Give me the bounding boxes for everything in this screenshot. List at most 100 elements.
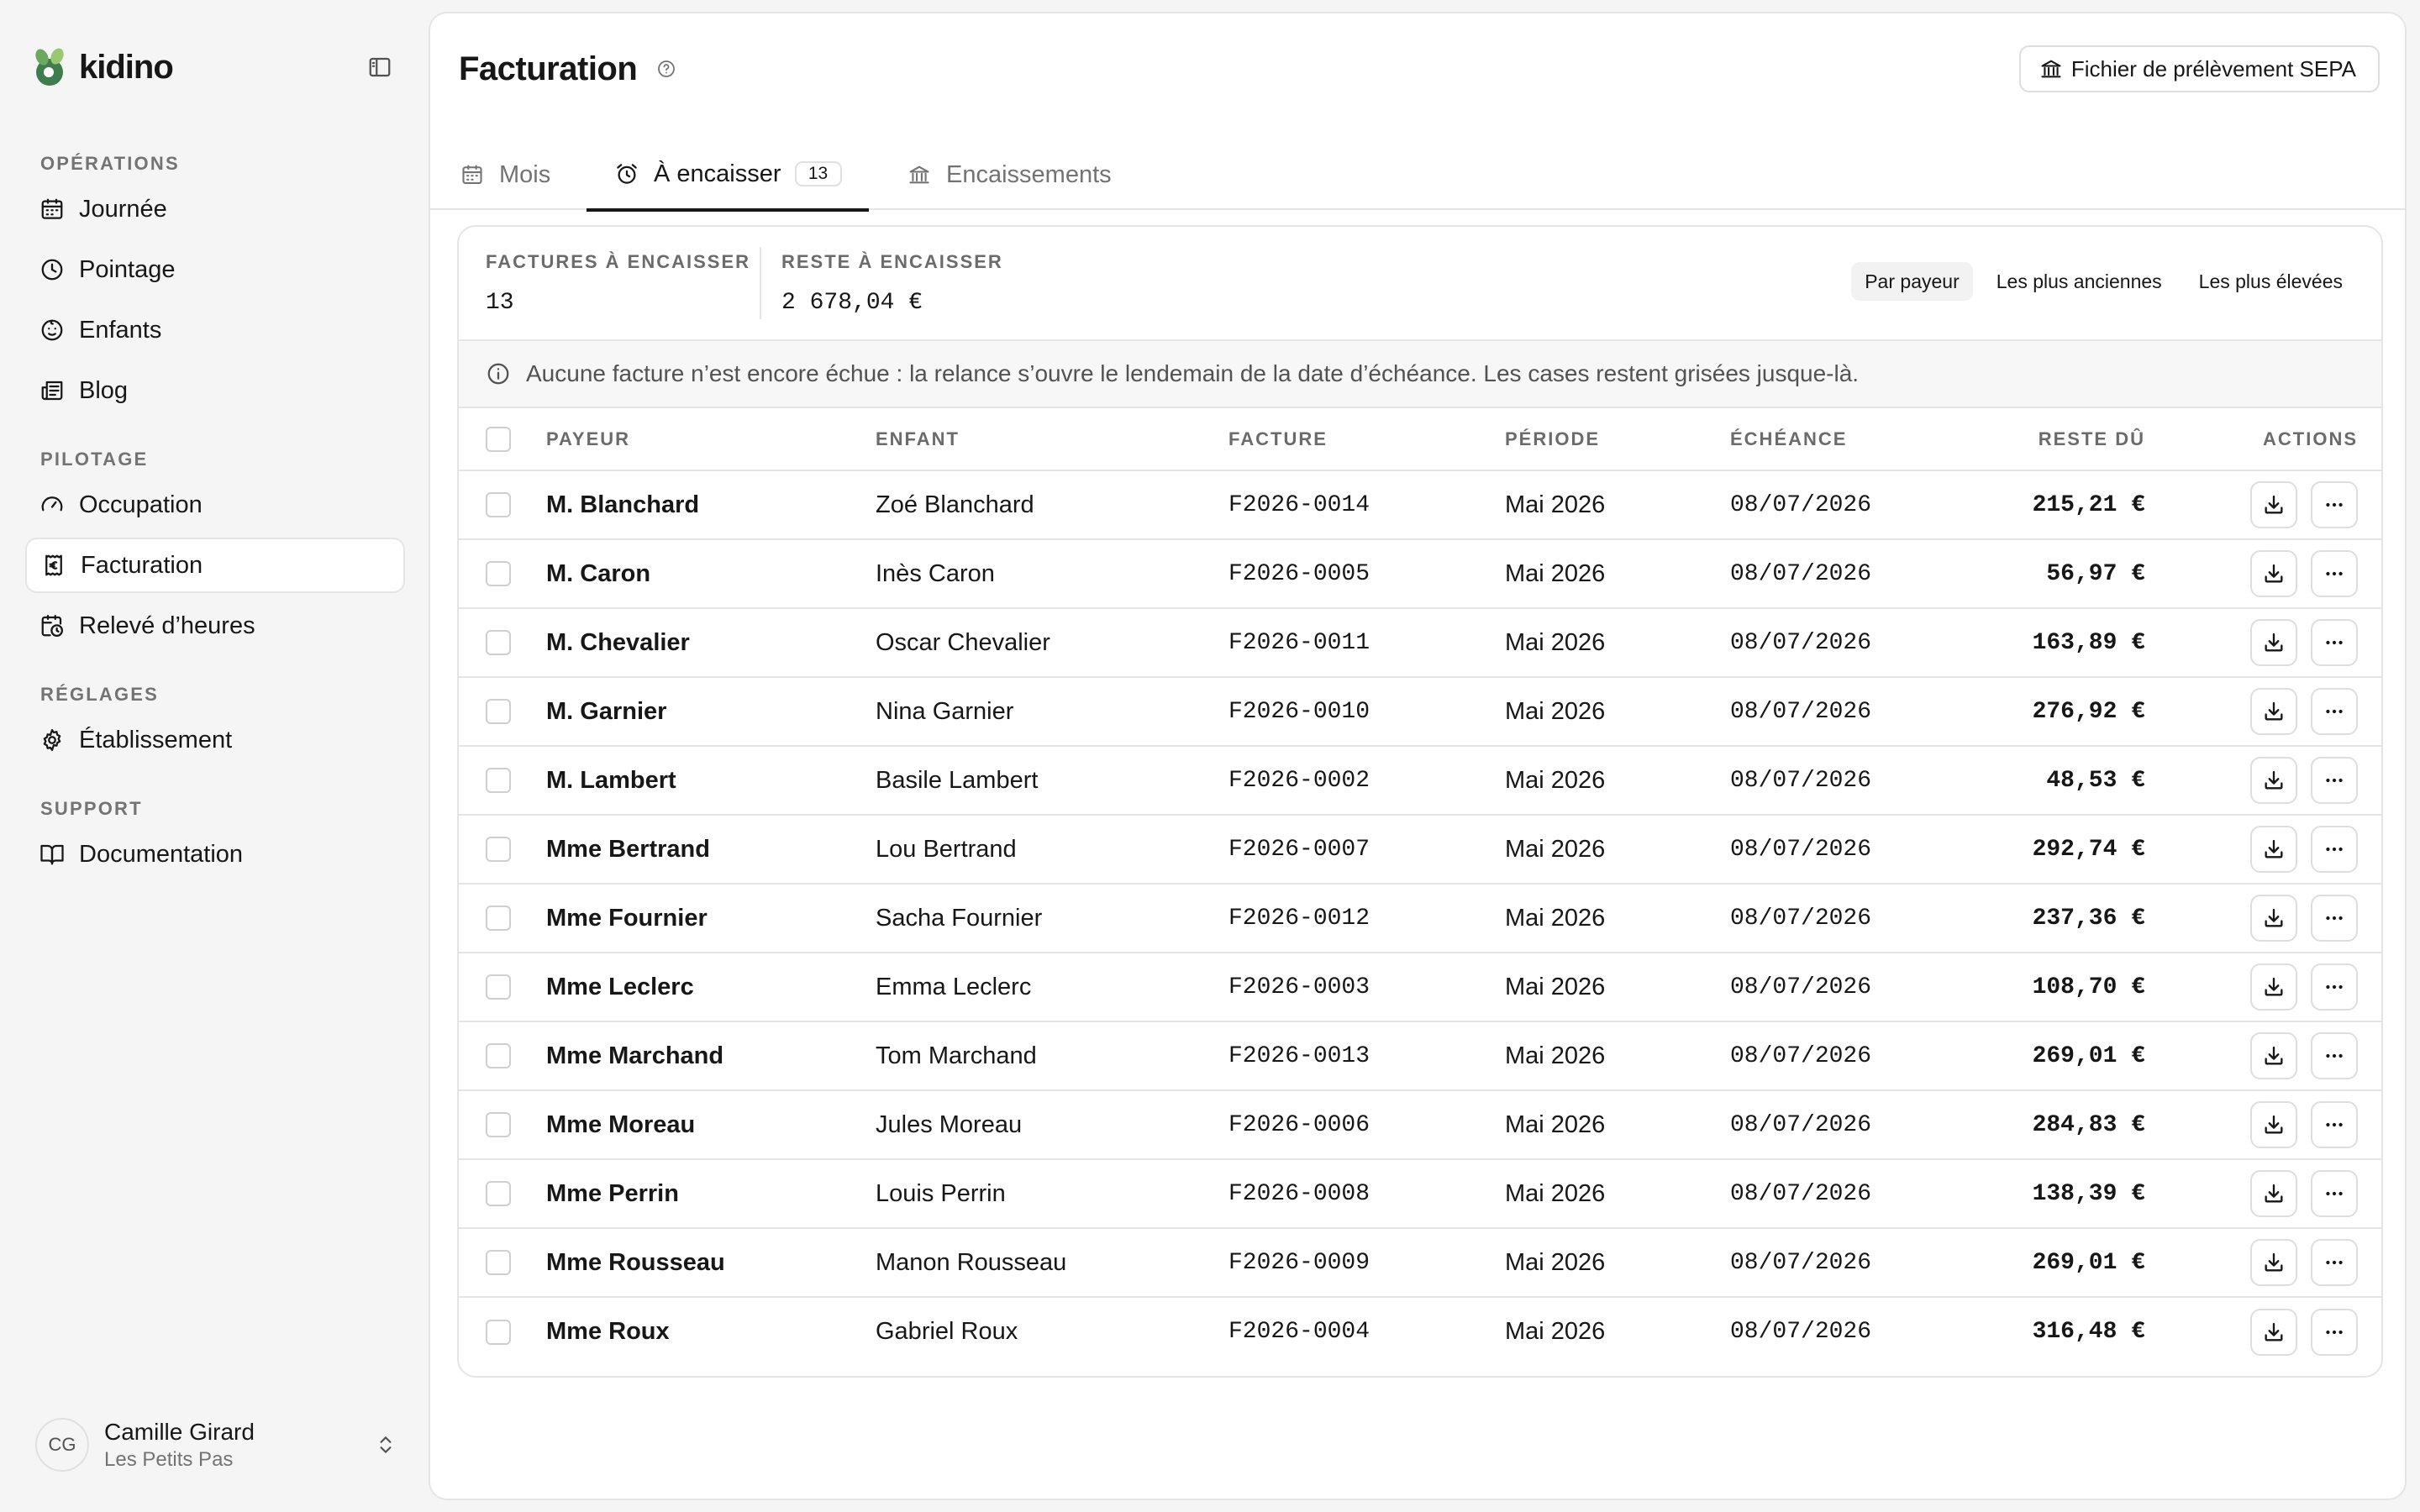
sort-plus-anciennes[interactable]: Les plus anciennes: [1983, 262, 2175, 301]
sidebar-item-documentation[interactable]: Documentation: [25, 827, 405, 882]
row-checkbox[interactable]: [486, 1250, 511, 1275]
cell-facture: F2026-0007: [1228, 815, 1505, 885]
tab-mois[interactable]: Mois: [459, 139, 550, 210]
clock-icon: [39, 256, 66, 283]
download-button[interactable]: [2250, 550, 2297, 597]
user-menu[interactable]: CG Camille Girard Les Petits Pas: [35, 1416, 397, 1473]
section-title: RÉGLAGES: [40, 684, 160, 705]
sidebar-item-releve-heures[interactable]: Relevé d’heures: [25, 598, 405, 654]
more-actions-button[interactable]: [2311, 1101, 2358, 1148]
tab-encaissements[interactable]: Encaissements: [906, 139, 1112, 210]
row-checkbox[interactable]: [486, 1319, 511, 1345]
download-button[interactable]: [2250, 481, 2297, 528]
download-button[interactable]: [2250, 1308, 2297, 1356]
cell-reste: 292,74 €: [1982, 815, 2145, 885]
download-button[interactable]: [2250, 757, 2297, 804]
download-button[interactable]: [2250, 619, 2297, 666]
cell-payeur: M. Blanchard: [546, 470, 876, 540]
sidebar-item-blog[interactable]: Blog: [25, 363, 405, 418]
cell-payeur: Mme Rousseau: [546, 1228, 876, 1298]
more-actions-button[interactable]: [2311, 481, 2358, 528]
sidebar-item-facturation[interactable]: Facturation: [25, 538, 405, 593]
sidebar-item-label: Blog: [79, 376, 129, 404]
stat-label: RESTE À ENCAISSER: [781, 251, 1003, 272]
invoices-table-body: M. Blanchard Zoé Blanchard F2026-0014 Mai 2…: [459, 470, 2381, 1366]
more-actions-button[interactable]: [2311, 1170, 2358, 1217]
cell-payeur: Mme Leclerc: [546, 953, 876, 1022]
select-all-checkbox[interactable]: [486, 426, 511, 452]
download-button[interactable]: [2250, 1239, 2297, 1286]
sort-plus-elevees[interactable]: Les plus élevées: [2186, 262, 2356, 301]
download-button[interactable]: [2250, 1032, 2297, 1079]
stats-bar: FACTURES À ENCAISSER 13 RESTE À ENCAISSE…: [459, 227, 2381, 339]
download-button[interactable]: [2250, 826, 2297, 873]
more-actions-button[interactable]: [2311, 550, 2358, 597]
sidebar-item-journee[interactable]: Journée: [25, 181, 405, 237]
more-actions-button[interactable]: [2311, 1308, 2358, 1356]
table-row: Mme Marchand Tom Marchand F2026-0013 Mai 20…: [459, 1021, 2381, 1091]
more-actions-button[interactable]: [2311, 963, 2358, 1011]
cell-enfant: Oscar Chevalier: [876, 608, 1228, 678]
sidebar-item-pointage[interactable]: Pointage: [25, 242, 405, 297]
sort-par-payeur[interactable]: Par payeur: [1851, 262, 1973, 301]
more-horizontal-icon: [2323, 1320, 2346, 1344]
cell-actions: [2145, 1021, 2381, 1091]
row-checkbox[interactable]: [486, 1112, 511, 1137]
brand[interactable]: kidino: [30, 45, 174, 89]
table-row: Mme Bertrand Lou Bertrand F2026-0007 Mai 20…: [459, 815, 2381, 885]
download-icon: [2262, 837, 2286, 861]
more-actions-button[interactable]: [2311, 619, 2358, 666]
more-actions-button[interactable]: [2311, 757, 2358, 804]
gear-icon: [39, 727, 66, 753]
cell-echeance: 08/07/2026: [1730, 1319, 1872, 1345]
more-horizontal-icon: [2323, 1113, 2346, 1137]
row-select-cell: [459, 1297, 546, 1366]
sidebar-item-etablissement[interactable]: Établissement: [25, 712, 405, 768]
help-circle-icon[interactable]: [655, 58, 677, 80]
row-checkbox[interactable]: [486, 906, 511, 931]
row-checkbox[interactable]: [486, 768, 511, 793]
download-button[interactable]: [2250, 1170, 2297, 1217]
sidebar-item-label: Établissement: [79, 726, 233, 753]
more-actions-button[interactable]: [2311, 826, 2358, 873]
download-icon: [2262, 1251, 2286, 1274]
download-button[interactable]: [2250, 688, 2297, 735]
cell-actions: [2145, 677, 2381, 747]
page-header: Facturation: [459, 47, 677, 91]
sepa-export-button[interactable]: Fichier de prélèvement SEPA: [2018, 45, 2380, 92]
sort-options: Par payeur Les plus anciennes Les plus é…: [1841, 262, 2356, 301]
sidebar-item-enfants[interactable]: Enfants: [25, 302, 405, 358]
table-row: Mme Roux Gabriel Roux F2026-0004 Mai 2026 08…: [459, 1297, 2381, 1366]
cell-enfant: Manon Rousseau: [876, 1228, 1228, 1298]
info-icon: [486, 361, 511, 386]
download-button[interactable]: [2250, 895, 2297, 942]
sidebar-toggle-button[interactable]: [361, 50, 398, 84]
nav-section-operations: OPÉRATIONS Journée Pointage Enfants Blog: [25, 151, 405, 418]
tab-count-badge: 13: [794, 161, 842, 186]
tab-a-encaisser[interactable]: À encaisser 13: [587, 139, 869, 212]
stat-label: FACTURES À ENCAISSER: [486, 251, 751, 272]
row-checkbox[interactable]: [486, 630, 511, 655]
row-checkbox[interactable]: [486, 492, 511, 517]
row-checkbox[interactable]: [486, 837, 511, 862]
cell-echeance: 08/07/2026: [1730, 608, 1982, 678]
download-button[interactable]: [2250, 1101, 2297, 1148]
more-actions-button[interactable]: [2311, 1239, 2358, 1286]
cell-actions: [2145, 746, 2381, 816]
row-checkbox[interactable]: [486, 561, 511, 586]
sidebar-item-occupation[interactable]: Occupation: [25, 477, 405, 533]
more-actions-button[interactable]: [2311, 895, 2358, 942]
row-checkbox[interactable]: [486, 1043, 511, 1068]
row-checkbox[interactable]: [486, 1181, 511, 1206]
row-checkbox[interactable]: [486, 974, 511, 1000]
row-checkbox[interactable]: [486, 699, 511, 724]
download-icon: [2262, 700, 2286, 723]
more-actions-button[interactable]: [2311, 1032, 2358, 1079]
sidebar: kidino OPÉRATIONS Journée Pointage Enfan…: [0, 0, 429, 1512]
cell-periode: Mai 2026: [1505, 1090, 1730, 1160]
download-button[interactable]: [2250, 963, 2297, 1011]
sepa-button-label: Fichier de prélèvement SEPA: [2070, 55, 2356, 81]
cell-periode: Mai 2026: [1505, 1021, 1730, 1091]
baby-face-icon: [39, 317, 66, 344]
more-actions-button[interactable]: [2311, 688, 2358, 735]
